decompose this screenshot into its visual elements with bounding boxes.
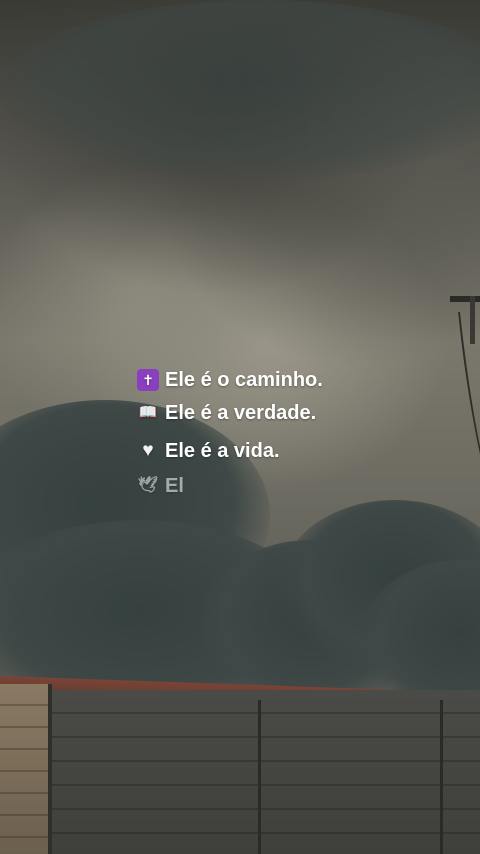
caption-line-2: 📖 Ele é a verdade. <box>137 401 317 425</box>
latin-cross-icon: ✝ <box>137 369 159 391</box>
caption-line-3: ♥ Ele é a vida. <box>137 439 280 463</box>
caption-overlay: ✝ Ele é o caminho. 📖 Ele é a verdade. ♥ … <box>0 0 480 854</box>
caption-text: Ele é a verdade. <box>165 402 317 424</box>
caption-text: Ele é o caminho. <box>165 369 323 391</box>
open-book-icon: 📖 <box>138 404 158 421</box>
dove-icon: 🕊 <box>137 477 159 494</box>
caption-line-1: ✝ Ele é o caminho. <box>137 368 323 392</box>
white-heart-icon: ♥ <box>142 440 154 461</box>
caption-text: Ele é a vida. <box>165 440 280 462</box>
caption-line-4: 🕊 El <box>137 474 184 498</box>
caption-text: El <box>165 475 184 497</box>
